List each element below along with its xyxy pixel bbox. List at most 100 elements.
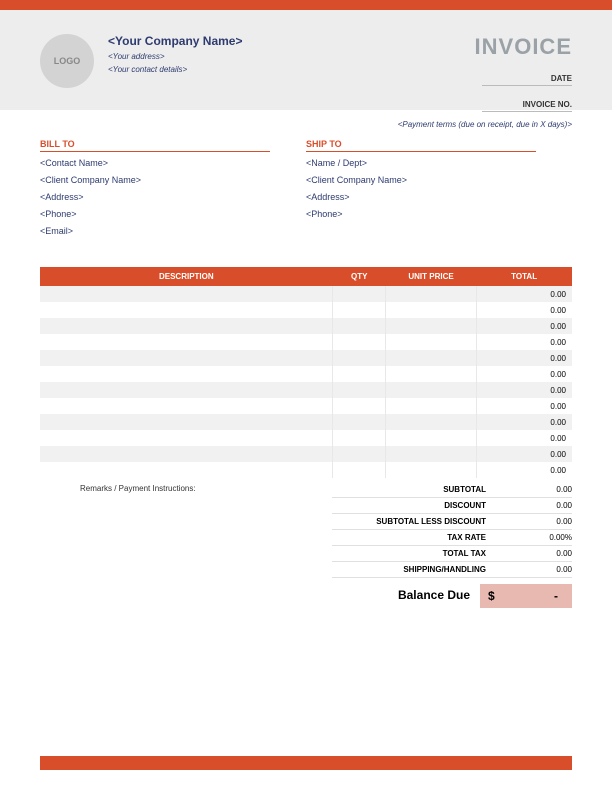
bill-to-line: <Contact Name> — [40, 158, 306, 168]
cell-qty — [333, 398, 386, 414]
balance-due-box: $ - — [480, 584, 572, 608]
shipping-label: SHIPPING/HANDLING — [332, 565, 500, 574]
bill-to-line: <Address> — [40, 192, 306, 202]
bill-to-line: <Client Company Name> — [40, 175, 306, 185]
cell-unit-price — [386, 286, 476, 302]
ship-to-line: <Phone> — [306, 209, 572, 219]
bill-to-line: <Phone> — [40, 209, 306, 219]
total-tax-value: 0.00 — [500, 549, 572, 558]
table-row: 0.00 — [40, 462, 572, 478]
cell-unit-price — [386, 430, 476, 446]
ship-to-line: <Name / Dept> — [306, 158, 572, 168]
bottom-accent-bar — [40, 756, 572, 770]
logo-placeholder: LOGO — [40, 34, 94, 88]
table-row: 0.00 — [40, 334, 572, 350]
col-qty: QTY — [333, 267, 386, 286]
invoice-no-label: INVOICE NO. — [482, 100, 572, 112]
cell-qty — [333, 318, 386, 334]
cell-total: 0.00 — [476, 398, 572, 414]
balance-amount: - — [495, 589, 564, 603]
tax-rate-value: 0.00% — [500, 533, 572, 542]
table-row: 0.00 — [40, 302, 572, 318]
subtotal-less-row: SUBTOTAL LESS DISCOUNT 0.00 — [332, 514, 572, 530]
col-unit-price: UNIT PRICE — [386, 267, 476, 286]
cell-qty — [333, 302, 386, 318]
cell-total: 0.00 — [476, 382, 572, 398]
cell-total: 0.00 — [476, 286, 572, 302]
cell-qty — [333, 382, 386, 398]
cell-total: 0.00 — [476, 302, 572, 318]
table-row: 0.00 — [40, 366, 572, 382]
cell-qty — [333, 286, 386, 302]
table-row: 0.00 — [40, 382, 572, 398]
ship-to-heading: SHIP TO — [306, 139, 536, 152]
table-row: 0.00 — [40, 414, 572, 430]
subtotal-row: SUBTOTAL 0.00 — [332, 482, 572, 498]
balance-due-label: Balance Due — [332, 584, 480, 608]
cell-qty — [333, 350, 386, 366]
cell-qty — [333, 334, 386, 350]
cell-unit-price — [386, 398, 476, 414]
cell-unit-price — [386, 318, 476, 334]
discount-value: 0.00 — [500, 501, 572, 510]
date-label: DATE — [482, 74, 572, 86]
table-row: 0.00 — [40, 430, 572, 446]
cell-unit-price — [386, 462, 476, 478]
cell-total: 0.00 — [476, 446, 572, 462]
header: LOGO <Your Company Name> <Your address> … — [0, 10, 612, 110]
cell-description — [40, 398, 333, 414]
cell-total: 0.00 — [476, 414, 572, 430]
shipping-value: 0.00 — [500, 565, 572, 574]
cell-qty — [333, 430, 386, 446]
cell-description — [40, 462, 333, 478]
cell-qty — [333, 414, 386, 430]
items-table: DESCRIPTION QTY UNIT PRICE TOTAL 0.000.0… — [40, 267, 572, 478]
cell-description — [40, 382, 333, 398]
table-row: 0.00 — [40, 286, 572, 302]
balance-currency: $ — [488, 589, 495, 603]
company-address: <Your address> — [108, 52, 242, 61]
cell-unit-price — [386, 334, 476, 350]
address-section: BILL TO <Contact Name> <Client Company N… — [0, 135, 612, 243]
cell-total: 0.00 — [476, 350, 572, 366]
bill-to-heading: BILL TO — [40, 139, 270, 152]
col-description: DESCRIPTION — [40, 267, 333, 286]
table-row: 0.00 — [40, 398, 572, 414]
cell-unit-price — [386, 366, 476, 382]
cell-description — [40, 286, 333, 302]
payment-terms: <Payment terms (due on receipt, due in X… — [0, 110, 612, 135]
bill-to: BILL TO <Contact Name> <Client Company N… — [40, 139, 306, 243]
total-tax-label: TOTAL TAX — [332, 549, 500, 558]
cell-total: 0.00 — [476, 430, 572, 446]
cell-description — [40, 318, 333, 334]
cell-total: 0.00 — [476, 462, 572, 478]
table-row: 0.00 — [40, 446, 572, 462]
cell-description — [40, 334, 333, 350]
cell-unit-price — [386, 382, 476, 398]
cell-description — [40, 366, 333, 382]
table-header-row: DESCRIPTION QTY UNIT PRICE TOTAL — [40, 267, 572, 286]
cell-description — [40, 350, 333, 366]
tax-rate-row: TAX RATE 0.00% — [332, 530, 572, 546]
cell-description — [40, 446, 333, 462]
cell-qty — [333, 446, 386, 462]
tax-rate-label: TAX RATE — [332, 533, 500, 542]
subtotal-less-value: 0.00 — [500, 517, 572, 526]
cell-qty — [333, 366, 386, 382]
totals-block: SUBTOTAL 0.00 DISCOUNT 0.00 SUBTOTAL LES… — [332, 482, 572, 608]
top-accent-bar — [0, 0, 612, 10]
subtotal-label: SUBTOTAL — [332, 485, 500, 494]
subtotal-value: 0.00 — [500, 485, 572, 494]
ship-to-line: <Address> — [306, 192, 572, 202]
ship-to-line: <Client Company Name> — [306, 175, 572, 185]
cell-qty — [333, 462, 386, 478]
cell-unit-price — [386, 414, 476, 430]
discount-row: DISCOUNT 0.00 — [332, 498, 572, 514]
cell-unit-price — [386, 302, 476, 318]
cell-description — [40, 414, 333, 430]
subtotal-less-label: SUBTOTAL LESS DISCOUNT — [332, 517, 500, 526]
shipping-row: SHIPPING/HANDLING 0.00 — [332, 562, 572, 578]
col-total: TOTAL — [476, 267, 572, 286]
company-contact: <Your contact details> — [108, 65, 242, 74]
cell-description — [40, 430, 333, 446]
